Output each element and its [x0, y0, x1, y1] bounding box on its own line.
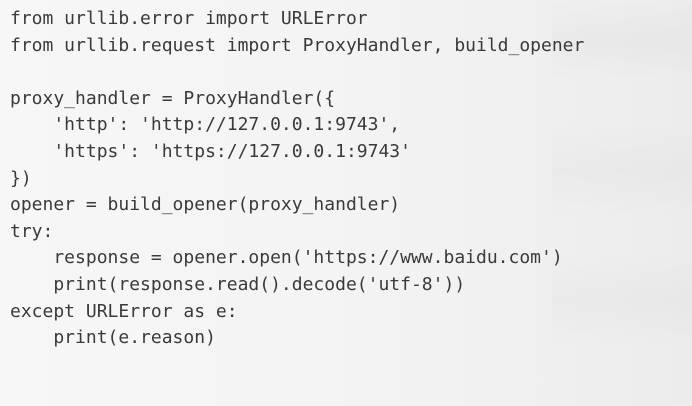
- code-line-11: print(response.read().decode('utf-8')): [10, 273, 466, 295]
- code-line-6: 'https': 'https://127.0.0.1:9743': [10, 140, 411, 162]
- code-line-4: proxy_handler = ProxyHandler({: [10, 87, 336, 109]
- code-line-1: from urllib.error import URLError: [10, 8, 368, 29]
- document-page: from urllib.error import URLError from ur…: [0, 0, 692, 406]
- code-line-12: except URLError as e:: [10, 300, 238, 322]
- code-line-9: try:: [10, 220, 54, 242]
- code-block: from urllib.error import URLError from ur…: [10, 6, 584, 352]
- code-line-10: response = opener.open('https://www.baid…: [10, 247, 563, 269]
- code-line-8: opener = build_opener(proxy_handler): [10, 194, 401, 216]
- code-line-7: }): [10, 167, 32, 189]
- code-line-13: print(e.reason): [10, 327, 216, 349]
- code-line-5: 'http': 'http://127.0.0.1:9743',: [10, 114, 401, 136]
- code-line-2: from urllib.request import ProxyHandler,…: [10, 34, 585, 56]
